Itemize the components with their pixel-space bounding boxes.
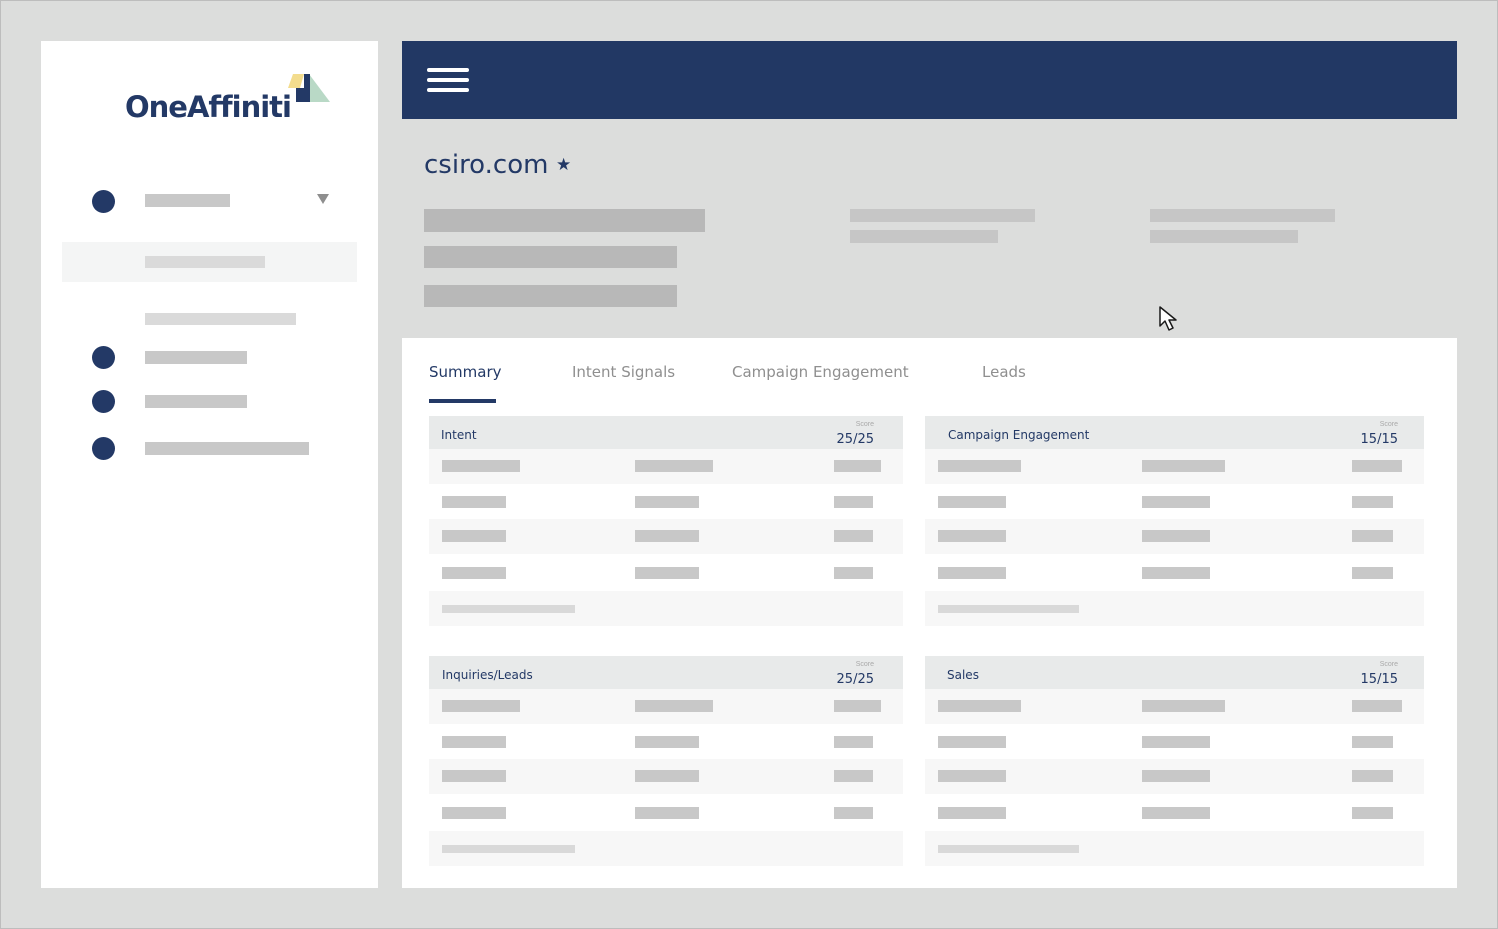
nav-icon-3[interactable] xyxy=(92,390,115,413)
table-row xyxy=(429,689,903,724)
meta-placeholder-1b xyxy=(850,230,998,243)
header-placeholder-2 xyxy=(424,246,677,268)
card-intent: Intent Score 25/25 xyxy=(429,416,903,626)
nav-item-2-label[interactable] xyxy=(145,351,247,364)
meta-placeholder-2b xyxy=(1150,230,1298,243)
score-value: 25/25 xyxy=(836,672,874,687)
card-title: Inquiries/Leads xyxy=(442,668,533,682)
nav-item-3-label[interactable] xyxy=(145,395,247,408)
table-row xyxy=(925,759,1424,794)
nav-icon-1[interactable] xyxy=(92,190,115,213)
nav-item-4-label[interactable] xyxy=(145,442,309,455)
active-tab-indicator xyxy=(429,399,496,403)
table-row xyxy=(925,554,1424,589)
tab-leads[interactable]: Leads xyxy=(982,363,1026,381)
card-header: Inquiries/Leads Score 25/25 xyxy=(429,656,903,689)
card-header: Campaign Engagement Score 15/15 xyxy=(925,416,1424,449)
page-title: csiro.com xyxy=(424,150,549,180)
header-placeholder-3 xyxy=(424,285,677,307)
table-row xyxy=(925,484,1424,519)
card-sales: Sales Score 15/15 xyxy=(925,656,1424,866)
card-campaign-engagement: Campaign Engagement Score 15/15 xyxy=(925,416,1424,626)
score-label: Score xyxy=(1379,421,1398,428)
table-footer xyxy=(429,591,903,626)
card-title: Intent xyxy=(441,428,477,442)
table-row xyxy=(925,794,1424,829)
table-row xyxy=(429,724,903,759)
nav-icon-2[interactable] xyxy=(92,346,115,369)
mouse-cursor-icon xyxy=(1159,306,1177,331)
sidebar: OneAffiniti xyxy=(41,41,378,888)
chevron-down-icon[interactable] xyxy=(317,194,329,204)
meta-placeholder-2a xyxy=(1150,209,1335,222)
table-row xyxy=(429,519,903,554)
top-bar xyxy=(402,41,1457,119)
nav-subitem-1-label[interactable] xyxy=(145,256,265,268)
score-label: Score xyxy=(1379,661,1398,668)
table-row xyxy=(925,519,1424,554)
table-footer xyxy=(429,831,903,866)
nav-item-1-label[interactable] xyxy=(145,194,230,207)
card-header: Intent Score 25/25 xyxy=(429,416,903,449)
tab-campaign-engagement[interactable]: Campaign Engagement xyxy=(732,363,909,381)
table-row xyxy=(429,759,903,794)
meta-placeholder-1a xyxy=(850,209,1035,222)
hamburger-menu-icon[interactable] xyxy=(427,68,469,93)
table-row xyxy=(925,449,1424,484)
score-value: 15/15 xyxy=(1360,432,1398,447)
table-row xyxy=(925,689,1424,724)
nav-icon-4[interactable] xyxy=(92,437,115,460)
score-label: Score xyxy=(855,661,874,668)
score-value: 15/15 xyxy=(1360,672,1398,687)
brand-logo[interactable]: OneAffiniti xyxy=(125,74,335,134)
table-row xyxy=(429,484,903,519)
table-footer xyxy=(925,831,1424,866)
score-value: 25/25 xyxy=(836,432,874,447)
table-row xyxy=(429,554,903,589)
card-inquiries-leads: Inquiries/Leads Score 25/25 xyxy=(429,656,903,866)
table-footer xyxy=(925,591,1424,626)
table-row xyxy=(925,724,1424,759)
header-placeholder-1 xyxy=(424,209,705,232)
table-row xyxy=(429,449,903,484)
logo-text: OneAffiniti xyxy=(125,90,292,124)
star-icon[interactable]: ★ xyxy=(556,155,571,175)
card-title: Campaign Engagement xyxy=(948,428,1090,442)
nav-subitem-2-label[interactable] xyxy=(145,313,296,325)
table-row xyxy=(429,794,903,829)
tab-intent-signals[interactable]: Intent Signals xyxy=(572,363,675,381)
card-title: Sales xyxy=(947,668,979,682)
main-panel: Summary Intent Signals Campaign Engageme… xyxy=(402,338,1457,888)
card-header: Sales Score 15/15 xyxy=(925,656,1424,689)
tab-summary[interactable]: Summary xyxy=(429,363,502,381)
score-label: Score xyxy=(855,421,874,428)
logo-mark-icon xyxy=(288,74,330,102)
